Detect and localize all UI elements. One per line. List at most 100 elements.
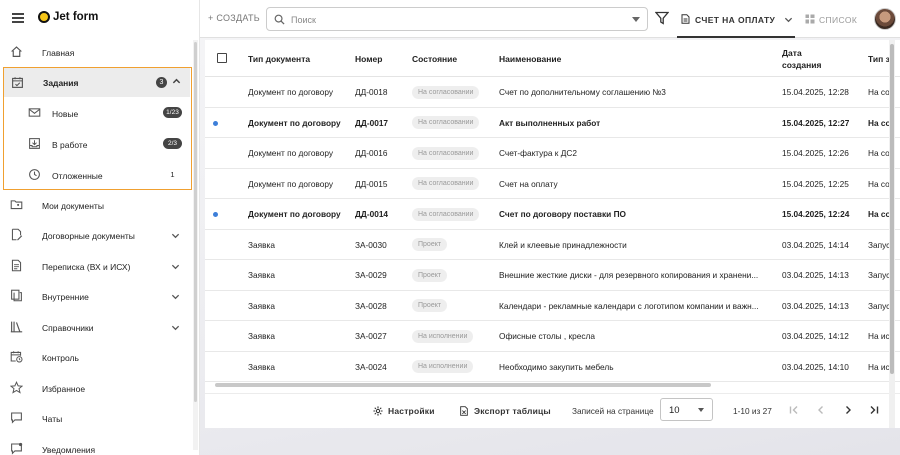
search-icon bbox=[274, 14, 285, 25]
sidebar-subitem-postponed[interactable]: Отложенные 1 bbox=[4, 160, 190, 190]
cell-status: На согласовании bbox=[412, 108, 497, 138]
sidebar-subitem-new[interactable]: Новые 1/23 bbox=[4, 98, 190, 128]
export-table-button[interactable]: Экспорт таблицы bbox=[459, 406, 551, 416]
sidebar-item-tasks[interactable]: Задания 3 bbox=[4, 68, 190, 97]
horizontal-scrollbar[interactable] bbox=[215, 383, 711, 387]
sidebar-item-label: Справочники bbox=[42, 323, 94, 333]
cell-number: ДД-0017 bbox=[355, 117, 389, 128]
column-header-created-date[interactable]: Дата создания bbox=[782, 40, 842, 77]
table-row[interactable]: Заявка ЗА-0028 Проект Календари - рекламные… bbox=[205, 291, 900, 321]
sidebar-item-my-documents[interactable]: Мои документы bbox=[0, 190, 190, 220]
table-row[interactable]: Заявка ЗА-0030 Проект Клей и клеевые принад… bbox=[205, 230, 900, 260]
status-badge: На согласовании bbox=[412, 146, 480, 160]
document-icon bbox=[681, 14, 690, 24]
settings-button[interactable]: Настройки bbox=[373, 406, 435, 416]
sidebar-item-label: Контроль bbox=[42, 353, 79, 363]
chevron-down-icon[interactable] bbox=[171, 323, 180, 332]
chat-icon bbox=[10, 411, 23, 424]
view-dropdown-icon[interactable] bbox=[784, 15, 793, 24]
cell-type: Заявка bbox=[248, 239, 275, 250]
column-header-number[interactable]: Номер bbox=[355, 40, 382, 77]
chevron-down-icon[interactable] bbox=[171, 262, 180, 271]
last-page-icon[interactable] bbox=[868, 404, 880, 416]
column-header-type-extra[interactable]: Тип за bbox=[868, 40, 900, 77]
cell-type: Документ по договору bbox=[248, 178, 334, 189]
status-badge: На исполнении bbox=[412, 360, 474, 373]
sidebar-item-references[interactable]: Справочники bbox=[0, 312, 190, 342]
cell-name: Счет на оплату bbox=[499, 178, 558, 189]
cell-type: Заявка bbox=[248, 331, 275, 341]
cell-type-extra: Запус bbox=[868, 239, 891, 250]
chevron-down-icon[interactable] bbox=[171, 292, 180, 301]
menu-icon[interactable] bbox=[12, 13, 24, 23]
table-row[interactable]: Документ по договору ДД-0017 На согласован… bbox=[205, 108, 900, 138]
new-count-badge: 1/23 bbox=[163, 107, 182, 118]
cell-status: Проект bbox=[412, 230, 497, 260]
sidebar-item-home[interactable]: Главная bbox=[0, 37, 190, 67]
chevron-up-icon[interactable] bbox=[172, 77, 181, 86]
sidebar-subitem-in-progress[interactable]: В работе 2/3 bbox=[4, 129, 190, 159]
previous-page-icon[interactable] bbox=[815, 404, 827, 416]
logo[interactable]: Jet form bbox=[38, 11, 98, 23]
create-button[interactable]: + СОЗДАТЬ bbox=[208, 13, 260, 23]
cell-name: Календари - рекламные календари с логоти… bbox=[499, 300, 759, 311]
sidebar-item-notifications[interactable]: Уведомления bbox=[0, 434, 190, 455]
column-header-status[interactable]: Состояние bbox=[412, 40, 457, 77]
status-badge: Проект bbox=[412, 299, 448, 312]
sidebar-item-chats[interactable]: Чаты bbox=[0, 403, 190, 433]
sidebar-scrollbar-thumb[interactable] bbox=[194, 42, 197, 402]
search-dropdown-icon[interactable] bbox=[632, 17, 640, 22]
vertical-scrollbar-thumb[interactable] bbox=[890, 44, 894, 374]
select-caret-icon bbox=[698, 408, 704, 412]
table-row[interactable]: Документ по договору ДД-0015 На согласован… bbox=[205, 169, 900, 199]
cell-type-extra: На со bbox=[868, 209, 891, 219]
table-row[interactable]: Документ по договору ДД-0014 На согласован… bbox=[205, 199, 900, 230]
cell-type: Заявка bbox=[248, 300, 275, 311]
sidebar-subitem-label: В работе bbox=[52, 140, 88, 150]
table-row[interactable]: Заявка ЗА-0029 Проект Внешние жесткие диски… bbox=[205, 260, 900, 291]
search-box[interactable] bbox=[266, 7, 648, 31]
search-input[interactable] bbox=[291, 13, 621, 27]
sidebar-item-contract-documents[interactable]: Договорные документы bbox=[0, 220, 190, 250]
books-icon bbox=[10, 320, 23, 333]
rows-per-page-select[interactable]: 10 bbox=[660, 398, 713, 421]
avatar[interactable] bbox=[874, 8, 896, 30]
cell-type: Заявка bbox=[248, 270, 275, 280]
tab-invoice-view[interactable]: СЧЕТ НА ОПЛАТУ bbox=[677, 0, 795, 38]
table-row[interactable]: Документ по договору ДД-0016 На согласован… bbox=[205, 138, 900, 169]
next-page-icon[interactable] bbox=[842, 404, 854, 416]
cell-created-date: 15.04.2025, 12:27 bbox=[782, 117, 850, 128]
bell-icon bbox=[10, 442, 23, 455]
cell-created-date: 03.04.2025, 14:13 bbox=[782, 270, 849, 280]
cell-number: ЗА-0030 bbox=[355, 239, 387, 250]
table-row[interactable]: Заявка ЗА-0024 На исполнении Необходимо зак… bbox=[205, 352, 900, 382]
sidebar-item-correspondence[interactable]: Переписка (ВХ и ИСХ) bbox=[0, 251, 190, 281]
table-row[interactable]: Документ по договору ДД-0018 На согласован… bbox=[205, 77, 900, 108]
cell-number: ЗА-0024 bbox=[355, 361, 387, 372]
table-row[interactable]: Заявка ЗА-0027 На исполнении Офисные столы … bbox=[205, 321, 900, 352]
tasks-group: Задания 3 Новые 1/23 В работе 2/3 Отложе… bbox=[3, 67, 192, 190]
sidebar-item-internal[interactable]: Внутренние bbox=[0, 281, 190, 311]
column-header-type[interactable]: Тип документа bbox=[248, 40, 310, 77]
cell-name: Клей и клеевые принадлежности bbox=[499, 239, 627, 250]
select-all-checkbox[interactable] bbox=[217, 53, 227, 63]
sidebar-item-favorites[interactable]: Избранное bbox=[0, 373, 190, 403]
chevron-down-icon[interactable] bbox=[171, 231, 180, 240]
cell-created-date: 03.04.2025, 14:13 bbox=[782, 300, 849, 311]
cell-created-date: 03.04.2025, 14:14 bbox=[782, 239, 849, 250]
table-footer: Настройки Экспорт таблицы Записей на стр… bbox=[205, 393, 900, 428]
cell-created-date: 03.04.2025, 14:10 bbox=[782, 361, 849, 372]
first-page-icon[interactable] bbox=[788, 404, 800, 416]
column-header-name[interactable]: Наименование bbox=[499, 40, 561, 77]
export-file-icon bbox=[460, 406, 468, 416]
documents-table-card: Тип документа Номер Состояние Наименован… bbox=[205, 40, 900, 428]
cell-name: Счет-фактура к ДС2 bbox=[499, 148, 577, 158]
sidebar-item-control[interactable]: Контроль bbox=[0, 342, 190, 372]
grid-list-icon bbox=[805, 14, 815, 24]
sidebar: Jet form Главная Задания 3 Новые 1/23 В … bbox=[0, 0, 200, 455]
cell-status: На исполнении bbox=[412, 352, 497, 382]
status-badge: На согласовании bbox=[412, 177, 480, 190]
tab-label: СЧЕТ НА ОПЛАТУ bbox=[695, 15, 776, 25]
cell-status: На исполнении bbox=[412, 321, 497, 351]
filter-icon[interactable] bbox=[654, 11, 670, 25]
